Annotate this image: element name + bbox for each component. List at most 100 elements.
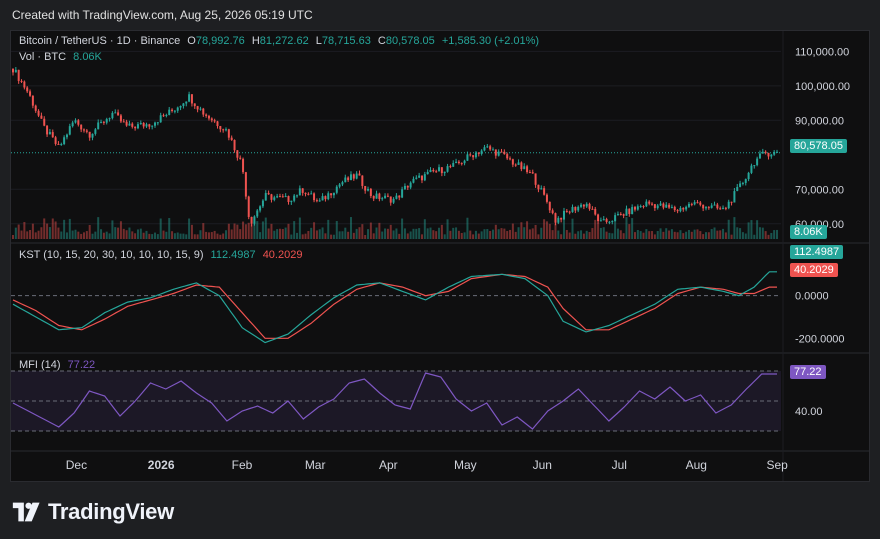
candle-body [756,158,759,166]
candle-body [438,167,441,172]
candle-body [744,179,747,183]
candle-body [733,191,736,203]
kst-line [12,271,777,344]
price-candles [12,67,778,227]
candle-body [117,112,120,116]
candle-body [401,189,404,198]
volume-bar [764,231,767,239]
change-value: +1,585.30 (+2.01%) [441,35,540,47]
candle-body [625,208,628,216]
candle-body [43,118,46,126]
candle-body [526,166,529,173]
volume-bar [545,221,548,239]
tradingview-logo-icon [12,502,40,522]
volume-bar [426,228,429,239]
volume-bar [364,234,367,239]
candle-body [500,151,503,153]
volume-bar [236,224,239,239]
volume-bar [534,224,537,239]
volume-bar [230,229,233,239]
chart-panel[interactable]: 110,000.00100,000.0090,000.0070,000.0060… [10,30,870,482]
mfi-legend: MFI (14) 77.22 [19,359,99,371]
candle-body [460,163,463,165]
volume-bar [74,229,77,239]
volume-bar [622,233,625,239]
volume-label: Vol · BTC [19,51,67,63]
volume-bar [40,227,43,239]
candle-body [597,214,600,222]
volume-bar [378,222,381,239]
candle-body [446,166,449,172]
volume-badge: 8.06K [790,225,827,239]
candle-body [71,122,74,127]
candle-body [753,165,756,167]
volume-bar [619,230,622,239]
volume-bar [477,233,480,239]
candle-body [531,172,534,174]
candle-body [46,125,49,135]
candle-body [602,219,605,221]
candle-body [528,172,531,174]
candle-body [199,108,202,110]
candle-body [560,217,563,220]
candle-body [355,173,358,179]
candle-body [310,193,313,195]
candle-body [469,154,472,156]
volume-bar [267,228,270,239]
volume-bar [670,229,673,239]
volume-bar [608,232,611,239]
volume-bar [327,219,330,239]
candle-body [105,119,108,123]
volume-bar [423,219,426,239]
volume-bar [668,230,671,239]
candle-body [250,216,253,224]
volume-bar [560,234,563,239]
candle-body [588,203,591,209]
volume-bar [523,227,526,239]
candle-body [534,173,537,185]
kst-pane [11,271,781,344]
candle-body [687,203,690,207]
volume-bar [497,229,500,239]
candle-body [517,162,520,165]
volume-bar [193,234,196,239]
volume-bar [293,221,296,239]
volume-bar [696,229,699,239]
candle-body [591,208,594,210]
candle-body [412,178,415,183]
candle-body [205,114,208,116]
candle-body [290,200,293,202]
candle-body [736,186,739,192]
volume-bar [216,233,219,239]
volume-bar [432,230,435,239]
candle-body [730,201,733,203]
candle-body [347,177,350,181]
candle-body [648,201,651,204]
volume-bar [719,230,722,239]
volume-bar [611,233,614,239]
volume-bar [653,234,656,239]
volume-bar [693,229,696,239]
kst-tick-label: 0.0000 [795,291,829,303]
volume-bar [31,223,34,239]
volume-bar [173,233,176,239]
volume-bar [301,234,304,239]
candle-body [409,182,412,188]
candle-body [673,206,676,211]
candle-body [474,152,477,158]
candle-body [565,210,568,212]
volume-bar [259,232,262,239]
candle-body [722,207,725,209]
candle-body [477,152,480,154]
volume-bar [687,229,690,239]
candle-body [494,149,497,156]
candle-body [398,195,401,198]
volume-bar [367,229,370,239]
volume-bar [741,232,744,239]
candle-body [17,69,20,81]
volume-bar [244,224,247,239]
volume-bar [239,229,242,239]
volume-bar [756,220,759,239]
candle-body [278,196,281,198]
volume-bar [313,222,316,239]
